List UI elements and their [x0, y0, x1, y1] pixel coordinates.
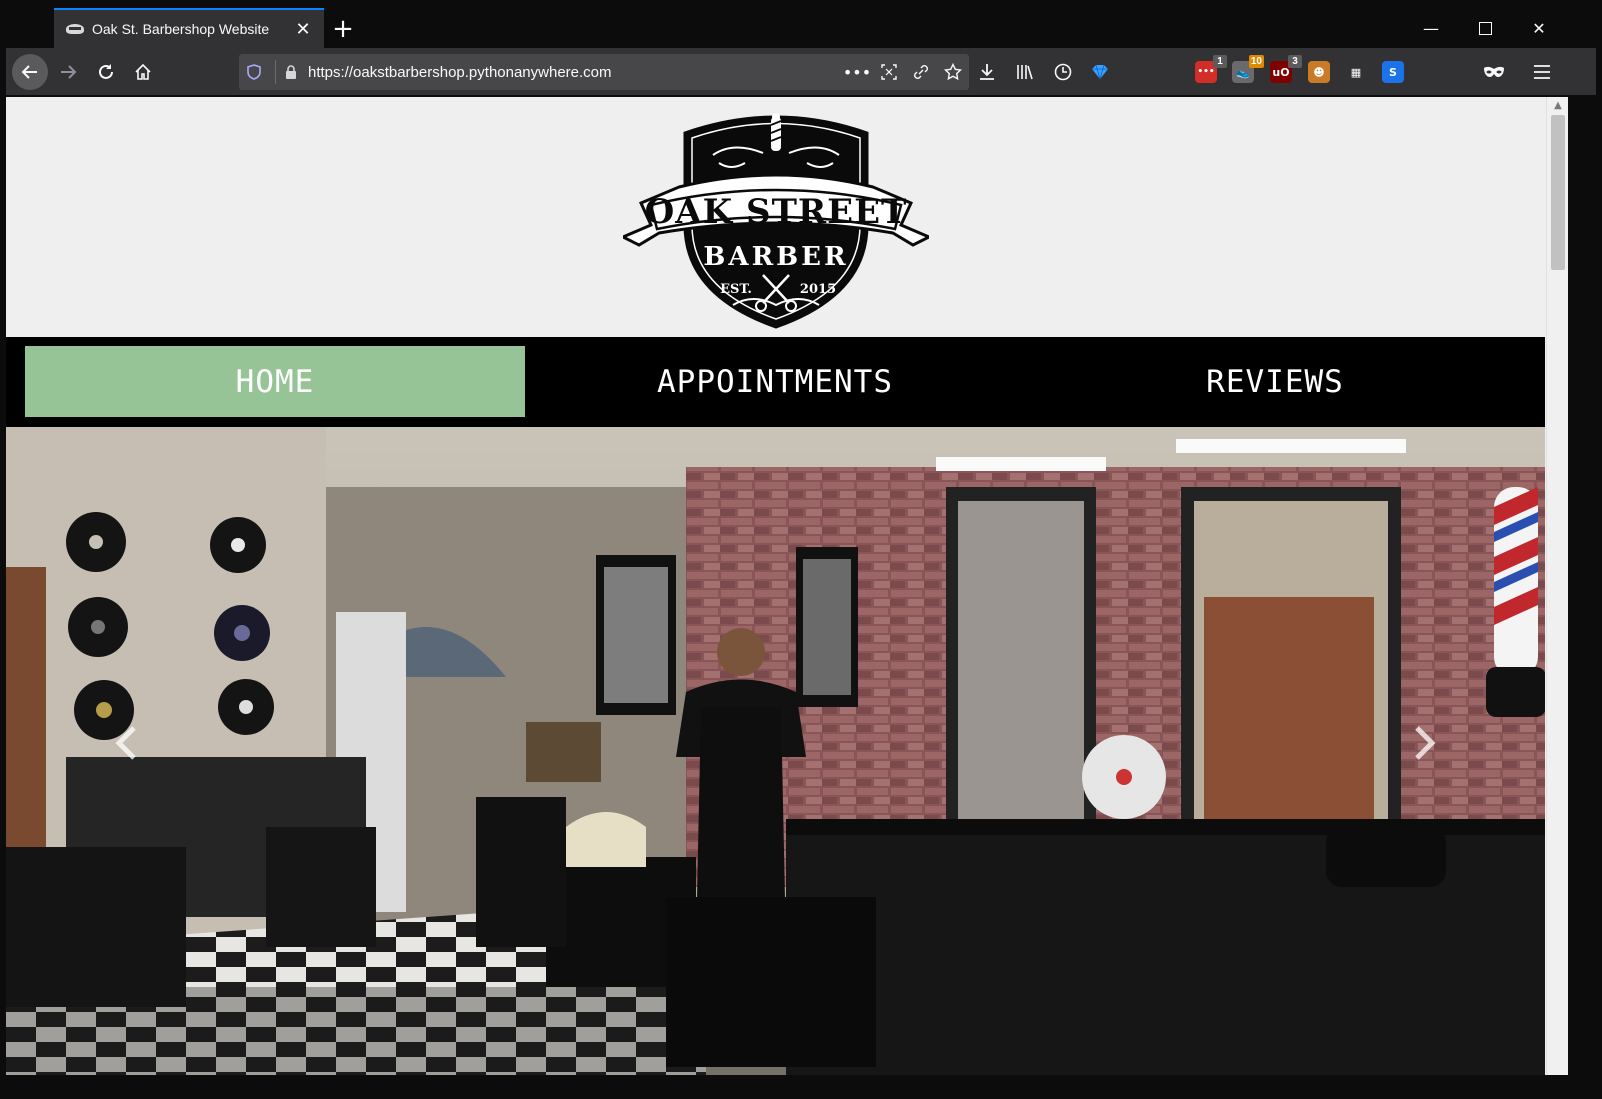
grid-extension-icon[interactable]: ▦ [1345, 61, 1367, 83]
minimize-button[interactable]: — [1404, 8, 1458, 48]
page-scrollbar[interactable]: ▲ [1546, 97, 1568, 1075]
tab-title: Oak St. Barbershop Website [92, 21, 270, 37]
back-button[interactable] [12, 54, 48, 90]
scroll-up-icon[interactable]: ▲ [1547, 97, 1568, 113]
reload-button[interactable] [88, 54, 124, 90]
ublock-icon[interactable]: uO 3 [1270, 55, 1302, 83]
nav-appointments[interactable]: APPOINTMENTS [525, 346, 1025, 417]
chevron-left-icon [115, 726, 136, 760]
chevron-right-icon [1415, 726, 1436, 760]
carousel-next-button[interactable] [1400, 713, 1450, 773]
downloads-button[interactable] [969, 54, 1005, 90]
new-tab-button[interactable]: + [328, 14, 358, 44]
home-icon [135, 63, 151, 80]
mustache-favicon-icon [66, 24, 84, 34]
logo-line1: OAK STREET [645, 192, 908, 232]
browser-tab[interactable]: Oak St. Barbershop Website ✕ [54, 8, 324, 48]
bookmark-star-icon[interactable] [937, 54, 969, 90]
logo-est-label: EST. [720, 282, 752, 297]
grid-extension-icon-glyph: ▦ [1350, 65, 1362, 79]
menu-button[interactable] [1524, 54, 1560, 90]
lock-icon[interactable] [282, 54, 300, 90]
address-bar[interactable]: https://oakstbarbershop.pythonanywhere.c… [239, 54, 969, 90]
page-viewport: OAK STREET BARBER EST. 2015 HOME APPOINT… [6, 97, 1568, 1075]
library-icon [1017, 65, 1033, 80]
hamburger-menu-icon [1534, 65, 1550, 79]
nav-reviews[interactable]: REVIEWS [1025, 346, 1525, 417]
ublock-icon-glyph: uO [1272, 65, 1290, 79]
monkey-extension-icon[interactable]: ☻ [1308, 61, 1330, 83]
oak-street-barber-logo[interactable]: OAK STREET BARBER EST. 2015 [623, 105, 929, 331]
s-extension-icon[interactable]: S [1382, 61, 1404, 83]
extension-badge: 3 [1288, 55, 1302, 68]
download-icon [980, 64, 994, 80]
maximize-button[interactable] [1458, 8, 1512, 48]
s-extension-icon-glyph: S [1389, 65, 1397, 79]
url-text[interactable]: https://oakstbarbershop.pythonanywhere.c… [308, 64, 841, 81]
maximize-icon [1478, 21, 1492, 35]
diamond-icon [1092, 64, 1108, 80]
mask-icon [1484, 66, 1504, 77]
logo-est-year: 2015 [800, 282, 836, 297]
private-mask-button[interactable] [1476, 54, 1512, 90]
site-header: OAK STREET BARBER EST. 2015 [6, 97, 1545, 337]
screenshot-icon[interactable] [873, 54, 905, 90]
logo-line2: BARBER [703, 242, 848, 272]
barbershop-interior-photo [6, 427, 1545, 1075]
sneaker-extension-icon[interactable]: 👟 10 [1232, 55, 1264, 83]
close-tab-icon[interactable]: ✕ [294, 19, 312, 39]
monkey-extension-icon-glyph: ☻ [1313, 65, 1325, 79]
url-separator [275, 60, 276, 84]
clock-icon [1054, 63, 1072, 81]
sneaker-extension-icon-glyph: 👟 [1236, 65, 1250, 79]
scrollbar-thumb[interactable] [1551, 115, 1565, 270]
arrow-left-icon [21, 65, 37, 79]
gem-extension-button[interactable] [1082, 54, 1118, 90]
link-icon[interactable] [905, 54, 937, 90]
hero-carousel [6, 427, 1545, 1075]
arrow-right-icon [61, 65, 77, 79]
extension-badge: 10 [1248, 55, 1264, 68]
reload-icon [99, 64, 113, 79]
site-navigation: HOME APPOINTMENTS REVIEWS [6, 337, 1545, 427]
lastpass-icon-glyph: ••• [1197, 67, 1215, 77]
home-button[interactable] [125, 54, 161, 90]
lastpass-icon[interactable]: ••• 1 [1195, 55, 1227, 83]
history-button[interactable] [1045, 54, 1081, 90]
close-window-button[interactable]: ✕ [1512, 8, 1566, 48]
tracking-shield-icon[interactable] [239, 54, 269, 90]
forward-button[interactable] [50, 54, 86, 90]
extension-badge: 1 [1213, 55, 1227, 68]
tab-bar: Oak St. Barbershop Website ✕ + — ✕ [6, 8, 1596, 48]
library-button[interactable] [1007, 54, 1043, 90]
carousel-prev-button[interactable] [101, 713, 151, 773]
page-actions-icon[interactable]: ••• [841, 54, 873, 90]
nav-home[interactable]: HOME [25, 346, 525, 417]
navigation-toolbar: https://oakstbarbershop.pythonanywhere.c… [6, 48, 1596, 96]
